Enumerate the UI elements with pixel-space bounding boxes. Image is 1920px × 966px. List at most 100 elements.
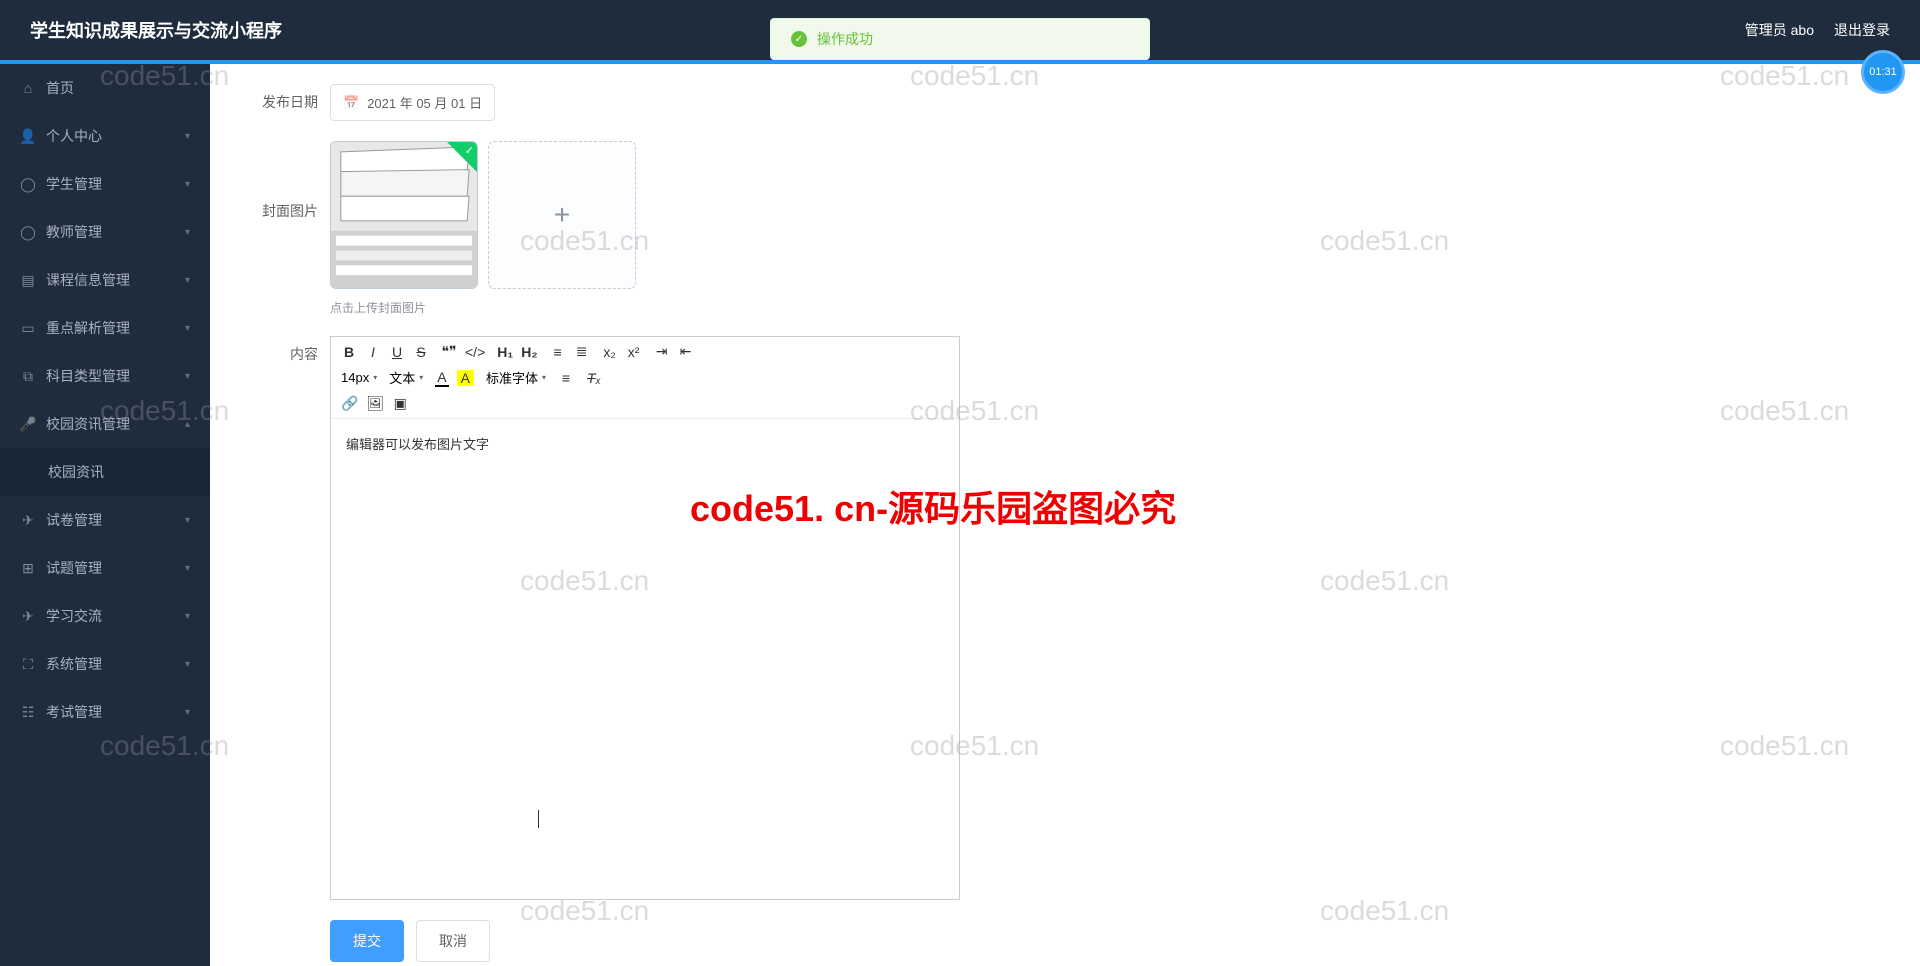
code-button[interactable]: </>: [465, 344, 485, 360]
ordered-list-button[interactable]: ≡: [550, 344, 566, 360]
sidebar-item-course[interactable]: ▤ 课程信息管理 ▾: [0, 256, 210, 304]
chevron-down-icon: ▾: [185, 323, 190, 334]
sidebar-item-label: 校园资讯: [48, 462, 104, 482]
font-family-select[interactable]: 标准字体 ▾: [486, 368, 546, 387]
align-button[interactable]: ≡: [558, 370, 574, 386]
editor-body[interactable]: 编辑器可以发布图片文字: [331, 419, 959, 899]
doc-icon: ▭: [20, 320, 36, 336]
sidebar-item-label: 首页: [46, 78, 74, 98]
chevron-down-icon: ▾: [185, 371, 190, 382]
cancel-button[interactable]: 取消: [416, 920, 490, 962]
sidebar-item-label: 试题管理: [46, 558, 102, 578]
logout-link[interactable]: 退出登录: [1834, 20, 1890, 40]
sidebar-item-label: 科目类型管理: [46, 366, 130, 386]
indent-button[interactable]: ⇥: [654, 343, 670, 360]
superscript-button[interactable]: x²: [626, 344, 642, 360]
text-color-button[interactable]: A: [435, 369, 448, 387]
video-button[interactable]: ▣: [392, 395, 408, 412]
upload-area: +: [330, 141, 1880, 289]
paragraph-select[interactable]: 文本 ▾: [389, 368, 423, 387]
home-icon: ⌂: [20, 80, 36, 96]
underline-button[interactable]: U: [389, 344, 405, 360]
upload-success-badge: [447, 142, 477, 172]
row-content: 内容 B I U S ❝❞ </>: [250, 336, 1880, 900]
sidebar-item-campus-news[interactable]: 🎤 校园资讯管理 ▴: [0, 400, 210, 448]
chevron-down-icon: ▾: [185, 131, 190, 142]
main-content: 发布日期 📅 2021 年 05 月 01 日 封面图片: [210, 64, 1920, 966]
sidebar-item-label: 个人中心: [46, 126, 102, 146]
sidebar-item-label: 学习交流: [46, 606, 102, 626]
header-actions: 管理员 abo 退出登录: [1745, 20, 1890, 40]
text-cursor: [538, 810, 539, 828]
caret-icon: ▾: [542, 373, 546, 382]
bg-color-button[interactable]: A: [457, 370, 474, 386]
row-cover-image: 封面图片: [250, 141, 1880, 316]
plus-icon: +: [554, 199, 570, 231]
sidebar-item-label: 系统管理: [46, 654, 102, 674]
date-value: 2021 年 05 月 01 日: [367, 93, 482, 112]
unordered-list-button[interactable]: ≣: [574, 343, 590, 360]
timer-badge: 01:31: [1861, 50, 1905, 94]
sidebar-item-exchange[interactable]: ✈ 学习交流 ▾: [0, 592, 210, 640]
label-cover: 封面图片: [250, 141, 330, 221]
app-title: 学生知识成果展示与交流小程序: [30, 17, 282, 43]
caret-icon: ▾: [373, 373, 377, 382]
h1-button[interactable]: H₁: [497, 344, 513, 360]
submit-button[interactable]: 提交: [330, 920, 404, 962]
label-content: 内容: [250, 336, 330, 364]
upload-add-button[interactable]: +: [488, 141, 636, 289]
expand-icon: ⛶: [20, 656, 36, 672]
mic-icon: 🎤: [20, 416, 36, 432]
sidebar-item-label: 校园资讯管理: [46, 414, 130, 434]
sidebar-item-analysis[interactable]: ▭ 重点解析管理 ▾: [0, 304, 210, 352]
h2-button[interactable]: H₂: [521, 344, 537, 360]
sidebar-item-label: 重点解析管理: [46, 318, 130, 338]
image-button[interactable]: 🖼: [366, 395, 384, 412]
sidebar-subitem-campus-news[interactable]: 校园资讯: [0, 448, 210, 496]
chevron-up-icon: ▴: [185, 419, 190, 430]
subscript-button[interactable]: x₂: [602, 344, 618, 360]
sidebar-item-system[interactable]: ⛶ 系统管理 ▾: [0, 640, 210, 688]
clear-format-button[interactable]: Tₓ: [586, 370, 602, 386]
uploaded-image-thumb[interactable]: [330, 141, 478, 289]
sidebar-item-question[interactable]: ⊞ 试题管理 ▾: [0, 544, 210, 592]
sidebar-item-profile[interactable]: 👤 个人中心 ▾: [0, 112, 210, 160]
chevron-down-icon: ▾: [185, 275, 190, 286]
chevron-down-icon: ▾: [185, 659, 190, 670]
sidebar-item-label: 考试管理: [46, 702, 102, 722]
admin-label[interactable]: 管理员 abo: [1745, 20, 1814, 40]
toast-text: 操作成功: [817, 29, 873, 49]
success-toast: ✓ 操作成功: [770, 18, 1150, 60]
font-size-select[interactable]: 14px ▾: [341, 370, 377, 385]
sidebar-item-student[interactable]: ◯ 学生管理 ▾: [0, 160, 210, 208]
chevron-down-icon: ▾: [185, 707, 190, 718]
italic-button[interactable]: I: [365, 344, 381, 360]
layers-icon: ☷: [20, 704, 36, 720]
strike-button[interactable]: S: [413, 344, 429, 360]
send-icon: ✈: [20, 608, 36, 624]
chevron-down-icon: ▾: [185, 227, 190, 238]
quote-button[interactable]: ❝❞: [441, 343, 457, 360]
sidebar-item-label: 教师管理: [46, 222, 102, 242]
sidebar-item-paper[interactable]: ✈ 试卷管理 ▾: [0, 496, 210, 544]
date-input[interactable]: 📅 2021 年 05 月 01 日: [330, 84, 495, 121]
sidebar-item-label: 学生管理: [46, 174, 102, 194]
submenu-campus-news: 校园资讯: [0, 448, 210, 496]
sidebar-item-subject[interactable]: ⧉ 科目类型管理 ▾: [0, 352, 210, 400]
check-icon: ✓: [791, 31, 807, 47]
sidebar-item-home[interactable]: ⌂ 首页: [0, 64, 210, 112]
copy-icon: ⧉: [20, 368, 36, 384]
rich-text-editor: B I U S ❝❞ </> H₁ H₂: [330, 336, 960, 900]
bold-button[interactable]: B: [341, 344, 357, 360]
sidebar-item-exam[interactable]: ☷ 考试管理 ▾: [0, 688, 210, 736]
chevron-down-icon: ▾: [185, 611, 190, 622]
upload-hint: 点击上传封面图片: [330, 299, 1880, 316]
sidebar-item-teacher[interactable]: ◯ 教师管理 ▾: [0, 208, 210, 256]
row-publish-date: 发布日期 📅 2021 年 05 月 01 日: [250, 84, 1880, 121]
link-button[interactable]: 🔗: [341, 395, 358, 412]
grid-icon: ⊞: [20, 560, 36, 576]
compass-icon: ◯: [20, 176, 36, 192]
outdent-button[interactable]: ⇤: [678, 343, 694, 360]
chevron-down-icon: ▾: [185, 179, 190, 190]
editor-text: 编辑器可以发布图片文字: [346, 437, 489, 452]
